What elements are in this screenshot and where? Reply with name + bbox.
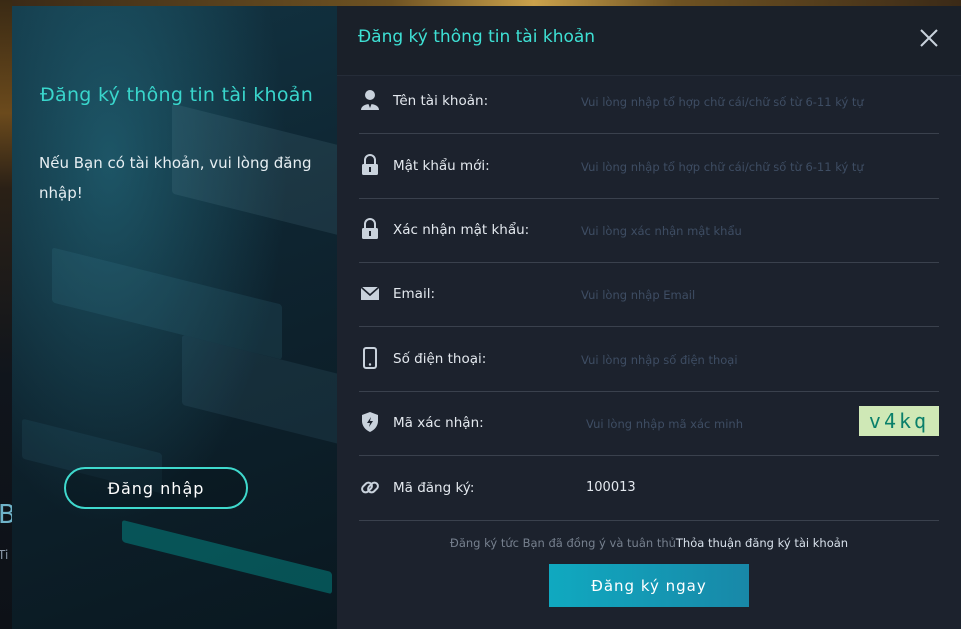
link-icon [361,481,379,494]
decor-stripe [52,247,282,360]
promo-title: Đăng ký thông tin tài khoản [40,84,314,106]
background-left-edge [0,0,12,629]
new-password-label: Mật khẩu mới: [393,158,490,174]
registration-code-label: Mã đăng ký: [393,480,475,496]
lock-icon [362,218,378,239]
new-password-input[interactable] [581,156,881,178]
verification-code-label: Mã xác nhận: [393,415,484,431]
mail-icon [360,286,380,300]
terms-link[interactable]: Thỏa thuận đăng ký tài khoản [676,536,848,550]
login-button[interactable]: Đăng nhập [64,467,248,509]
terms-notice: Đăng ký tức Bạn đã đồng ý và tuân thủThỏ… [337,536,961,550]
form-title: Đăng ký thông tin tài khoản [358,27,596,47]
decor-stripe [122,519,332,595]
form-header: Đăng ký thông tin tài khoản [337,6,961,76]
username-label: Tên tài khoản: [393,93,489,109]
field-new-password: Mật khẩu mới: [359,134,939,199]
field-phone: Số điện thoại: [359,327,939,392]
phone-label: Số điện thoại: [393,351,487,367]
verification-code-input[interactable] [586,413,846,435]
phone-input[interactable] [581,349,881,371]
lock-icon [362,154,378,175]
field-registration-code: Mã đăng ký: 100013 [359,456,939,521]
background-peek-text: Ti [0,548,9,562]
register-submit-button[interactable]: Đăng ký ngay [549,564,749,607]
field-verification-code: Mã xác nhận: v4kq [359,391,939,456]
terms-text: Đăng ký tức Bạn đã đồng ý và tuân thủ [449,536,676,550]
register-form-panel: Đăng ký thông tin tài khoản Tên tài khoả… [337,6,961,629]
user-icon [361,90,379,110]
field-confirm-password: Xác nhận mật khẩu: [359,198,939,263]
confirm-password-input[interactable] [581,220,881,242]
promo-text: Nếu Bạn có tài khoản, vui lòng đăng nhập… [39,154,312,202]
promo-panel: Đăng ký thông tin tài khoản Nếu Bạn có t… [12,6,337,629]
phone-icon [363,347,377,369]
username-input[interactable] [581,91,881,113]
registration-code-value: 100013 [586,480,636,495]
captcha-image[interactable]: v4kq [859,406,939,436]
field-username: Tên tài khoản: [359,69,939,134]
email-label: Email: [393,286,436,302]
shield-icon [362,412,378,432]
close-icon[interactable] [918,27,940,49]
confirm-password-label: Xác nhận mật khẩu: [393,222,530,238]
field-email: Email: [359,262,939,327]
email-input[interactable] [581,284,881,306]
